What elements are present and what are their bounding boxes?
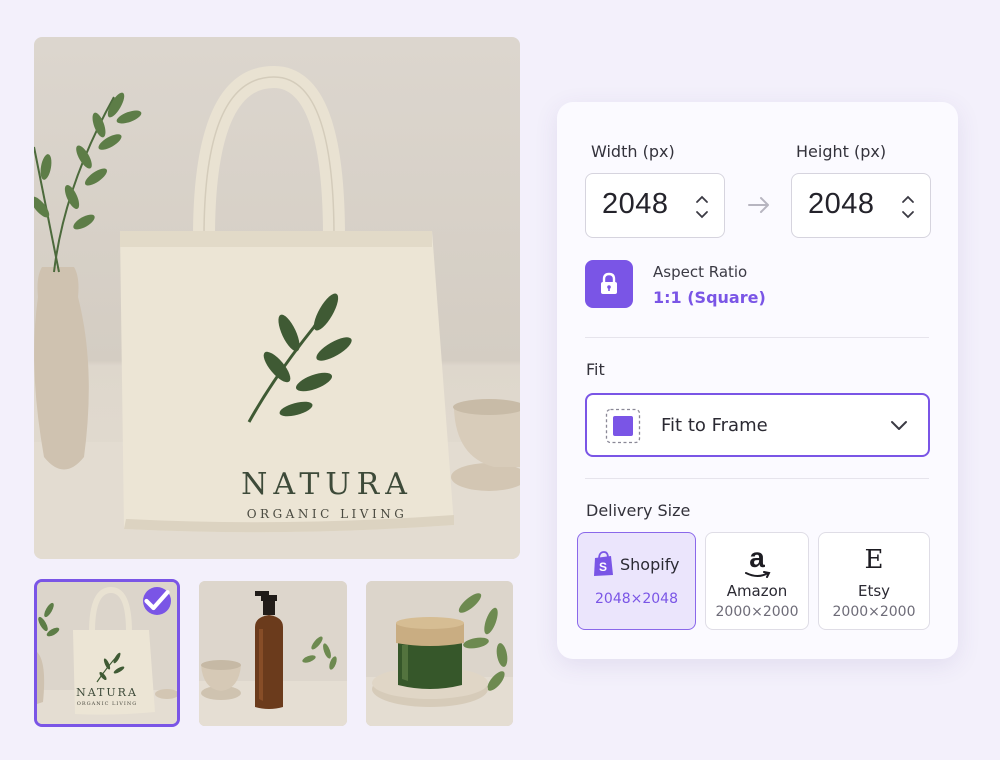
thumbnail-amber-bottle[interactable]: [199, 581, 347, 726]
fit-value: Fit to Frame: [661, 415, 768, 436]
aspect-ratio-value: 1:1 (Square): [653, 288, 766, 307]
delivery-option-amazon[interactable]: a Amazon 2000×2000: [705, 532, 809, 630]
width-label: Width (px): [591, 142, 675, 161]
delivery-option-shopify[interactable]: S Shopify 2048×2048: [577, 532, 696, 630]
height-stepper-icon[interactable]: [900, 191, 916, 223]
fit-dropdown[interactable]: Fit to Frame: [585, 393, 930, 457]
delivery-option-name: Etsy: [857, 582, 891, 600]
thumbnail-tote-bag[interactable]: NATURA ORGANIC LIVING: [34, 579, 180, 727]
svg-text:S: S: [599, 560, 607, 574]
amazon-smile-icon: [745, 571, 771, 578]
width-input[interactable]: 2048: [585, 173, 725, 238]
lock-icon: [601, 272, 617, 294]
green-jar-thumbnail-photo: [366, 581, 513, 726]
thumbnail-green-jar[interactable]: [366, 581, 513, 726]
delivery-option-size: 2000×2000: [832, 604, 916, 620]
aspect-ratio-label: Aspect Ratio: [653, 263, 748, 281]
delivery-size-label: Delivery Size: [586, 501, 691, 520]
fit-frame-icon: [605, 408, 641, 444]
main-product-preview: NATURA ORGANIC LIVING: [34, 37, 520, 559]
bag-brand-text: NATURA: [241, 467, 413, 502]
height-value: 2048: [808, 188, 875, 220]
delivery-option-name: Shopify: [620, 554, 680, 574]
height-label: Height (px): [796, 142, 887, 161]
delivery-option-name: Amazon: [726, 582, 788, 600]
divider: [585, 337, 929, 338]
export-settings-panel: Width (px) Height (px) 2048 2048 Aspect …: [557, 102, 958, 659]
delivery-option-size: 2000×2000: [715, 604, 799, 620]
fit-label: Fit: [586, 360, 605, 379]
amber-bottle-thumbnail-photo: [199, 581, 347, 726]
etsy-logo-icon: E: [864, 545, 884, 575]
chevron-down-icon: [891, 421, 907, 430]
width-value: 2048: [602, 188, 669, 220]
selected-check-icon: [143, 587, 171, 615]
amazon-logo-icon: a: [749, 542, 765, 573]
height-input[interactable]: 2048: [791, 173, 931, 238]
shopify-bag-icon: S: [594, 551, 613, 576]
thumbnail-brand-text: NATURA: [76, 686, 138, 699]
arrow-right-icon: [748, 197, 769, 213]
width-stepper-icon[interactable]: [694, 191, 710, 223]
delivery-option-size: 2048×2048: [595, 591, 678, 607]
thumbnail-tagline-text: ORGANIC LIVING: [76, 701, 138, 707]
bag-tagline-text: ORGANIC LIVING: [246, 507, 408, 521]
aspect-lock-button[interactable]: [585, 260, 633, 308]
divider: [585, 478, 929, 479]
delivery-option-etsy[interactable]: E Etsy 2000×2000: [818, 532, 930, 630]
